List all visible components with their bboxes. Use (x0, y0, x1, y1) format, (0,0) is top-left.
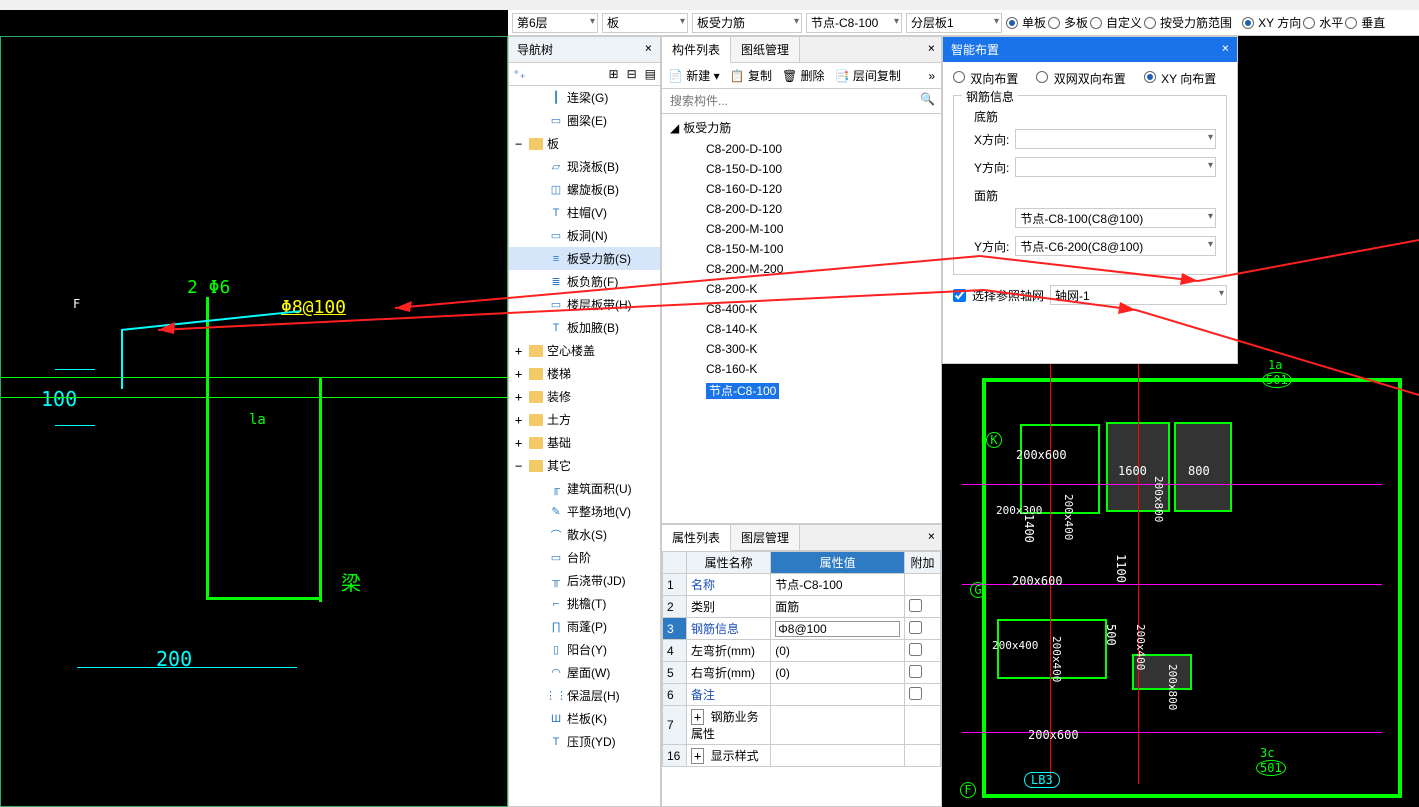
annotation-arrows (0, 0, 1419, 807)
